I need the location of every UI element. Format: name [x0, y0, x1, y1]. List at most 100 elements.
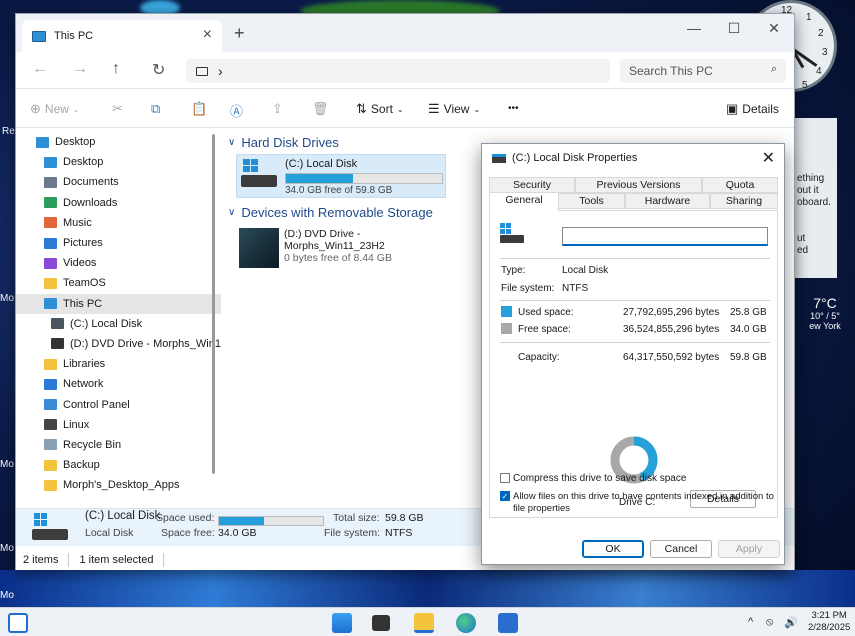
drive-name-input[interactable]: [562, 227, 768, 246]
desktop-icon-label[interactable]: Mo: [0, 543, 14, 554]
widget-text: ed: [797, 245, 809, 256]
edge-icon[interactable]: [456, 613, 476, 633]
close-window-button[interactable]: ✕: [754, 14, 794, 42]
search-input[interactable]: Search This PC ⌕: [620, 59, 786, 83]
back-arrow-icon[interactable]: ←: [32, 60, 48, 78]
weather-widget: 7°C 10° / 5° ew York: [795, 295, 855, 331]
sort-button[interactable]: ⇅ Sort ⌄: [356, 101, 404, 117]
tab-this-pc[interactable]: This PC ×: [22, 20, 222, 52]
command-bar: ⊕ New ⌄ ✂ ⧉ 📋 Ⓐ ⇪ 🗑 ⇅ Sort ⌄ ☰ View ⌄ ••…: [16, 88, 794, 128]
sidebar-item[interactable]: Network: [16, 374, 221, 394]
sidebar-item[interactable]: Videos: [16, 253, 221, 273]
clock-number: 3: [822, 47, 828, 58]
compress-checkbox[interactable]: [500, 473, 510, 483]
drive-icon: [51, 318, 64, 330]
address-field[interactable]: ›: [186, 59, 610, 83]
volume-icon[interactable]: 🔊: [784, 616, 798, 629]
start-icon[interactable]: [332, 613, 352, 633]
apply-button[interactable]: Apply: [718, 540, 780, 558]
sidebar-item-label: Morph's_Desktop_Apps: [63, 479, 180, 492]
clock-time: 3:21 PM: [811, 610, 847, 621]
free-space-label: Free space:: [518, 324, 571, 335]
breadcrumb-chevron-icon[interactable]: ›: [218, 63, 223, 79]
desktop-icon-label[interactable]: Re: [2, 126, 15, 137]
desktop-icon-label[interactable]: Mo: [0, 590, 14, 601]
sidebar-item-label: Desktop: [55, 136, 96, 149]
group-header-removable-storage[interactable]: ∨ Devices with Removable Storage: [228, 205, 433, 220]
maximize-button[interactable]: ☐: [714, 14, 754, 42]
recycle-icon: [44, 439, 57, 451]
file-explorer-icon[interactable]: [414, 613, 434, 633]
cut-icon[interactable]: ✂: [112, 101, 123, 117]
pictures-icon: [44, 237, 57, 249]
sidebar-item[interactable]: Control Panel: [16, 394, 221, 414]
up-arrow-icon[interactable]: ↑: [112, 60, 120, 78]
sidebar-item[interactable]: Downloads: [16, 193, 221, 213]
drive-d-tile[interactable]: (D:) DVD Drive - Morphs_Win11_23H2 0 byt…: [236, 228, 446, 272]
rename-icon[interactable]: Ⓐ: [230, 101, 243, 120]
drive-icon: [492, 153, 506, 163]
ok-button[interactable]: OK: [582, 540, 644, 558]
sidebar-item-label: Music: [63, 216, 92, 229]
view-label: View: [443, 102, 470, 116]
side-widget: ething out it oboard. ut ed: [795, 118, 837, 278]
tab-security[interactable]: Security: [489, 177, 575, 193]
sidebar-item[interactable]: Linux: [16, 415, 221, 435]
sidebar-item[interactable]: Backup: [16, 455, 221, 475]
paste-icon[interactable]: 📋: [191, 101, 207, 117]
sidebar-item[interactable]: This PC: [16, 293, 221, 314]
group-header-hard-disk-drives[interactable]: ∨ Hard Disk Drives: [228, 135, 339, 150]
view-button[interactable]: ☰ View ⌄: [428, 101, 480, 117]
tab-quota[interactable]: Quota: [702, 177, 778, 193]
sidebar-item[interactable]: TeamOS: [16, 273, 221, 293]
delete-icon[interactable]: 🗑: [312, 101, 329, 117]
used-space-swatch: [501, 306, 512, 317]
new-button[interactable]: ⊕ New ⌄: [30, 101, 80, 117]
sidebar-item[interactable]: Music: [16, 213, 221, 233]
sidebar-scrollbar[interactable]: [212, 134, 215, 474]
sidebar-item[interactable]: (D:) DVD Drive - Morphs_Win11_: [16, 334, 221, 354]
videos-icon: [44, 257, 57, 269]
file-system-label: File system:: [501, 283, 555, 294]
close-icon[interactable]: ✕: [762, 148, 775, 168]
new-label: New: [44, 102, 69, 116]
share-icon[interactable]: ⇪: [272, 101, 283, 117]
tab-hardware[interactable]: Hardware: [625, 193, 710, 209]
index-checkbox[interactable]: ✓: [500, 491, 510, 501]
refresh-icon[interactable]: ↻: [152, 60, 165, 80]
tab-sharing[interactable]: Sharing: [710, 193, 778, 209]
new-tab-button[interactable]: +: [234, 23, 245, 44]
tray-overflow-chevron-icon[interactable]: ^: [748, 616, 753, 628]
network-icon[interactable]: ⦸: [766, 616, 773, 629]
sidebar-item[interactable]: (C:) Local Disk: [16, 314, 221, 334]
used-space-gb: 25.8 GB: [730, 307, 767, 318]
widgets-icon[interactable]: [8, 613, 28, 633]
drive-free-text: 34.0 GB free of 59.8 GB: [285, 185, 393, 196]
copy-icon[interactable]: ⧉: [151, 101, 160, 117]
sidebar-item[interactable]: Desktop: [16, 132, 221, 152]
sidebar-item[interactable]: Desktop: [16, 152, 221, 172]
drive-c-tile[interactable]: (C:) Local Disk 34.0 GB free of 59.8 GB: [236, 154, 446, 198]
sidebar-item[interactable]: Libraries: [16, 354, 221, 374]
desktop-icon-label[interactable]: Mo: [0, 459, 14, 470]
sidebar-item-label: (D:) DVD Drive - Morphs_Win11_: [70, 337, 221, 350]
close-tab-icon[interactable]: ×: [203, 26, 212, 44]
sidebar-item[interactable]: Morph's_Desktop_Apps: [16, 475, 221, 495]
total-size-value: 59.8 GB: [385, 512, 424, 524]
sidebar-item[interactable]: Documents: [16, 172, 221, 192]
task-view-icon[interactable]: [372, 615, 390, 631]
sidebar-item[interactable]: Pictures: [16, 233, 221, 253]
sidebar-item[interactable]: Recycle Bin: [16, 435, 221, 455]
chevron-down-icon: ∨: [228, 207, 236, 218]
cancel-button[interactable]: Cancel: [650, 540, 712, 558]
store-icon[interactable]: [498, 613, 518, 633]
tab-general[interactable]: General: [489, 192, 559, 211]
details-toggle-button[interactable]: ▣ Details: [726, 101, 779, 117]
tab-tools[interactable]: Tools: [558, 193, 625, 209]
more-options-button[interactable]: •••: [508, 103, 519, 114]
forward-arrow-icon[interactable]: →: [72, 60, 88, 78]
taskbar-clock[interactable]: 3:21 PM 2/28/2025: [808, 610, 850, 634]
minimize-button[interactable]: —: [674, 14, 714, 42]
tab-previous-versions[interactable]: Previous Versions: [575, 177, 702, 193]
desktop-icon-label[interactable]: Mo: [0, 293, 14, 304]
